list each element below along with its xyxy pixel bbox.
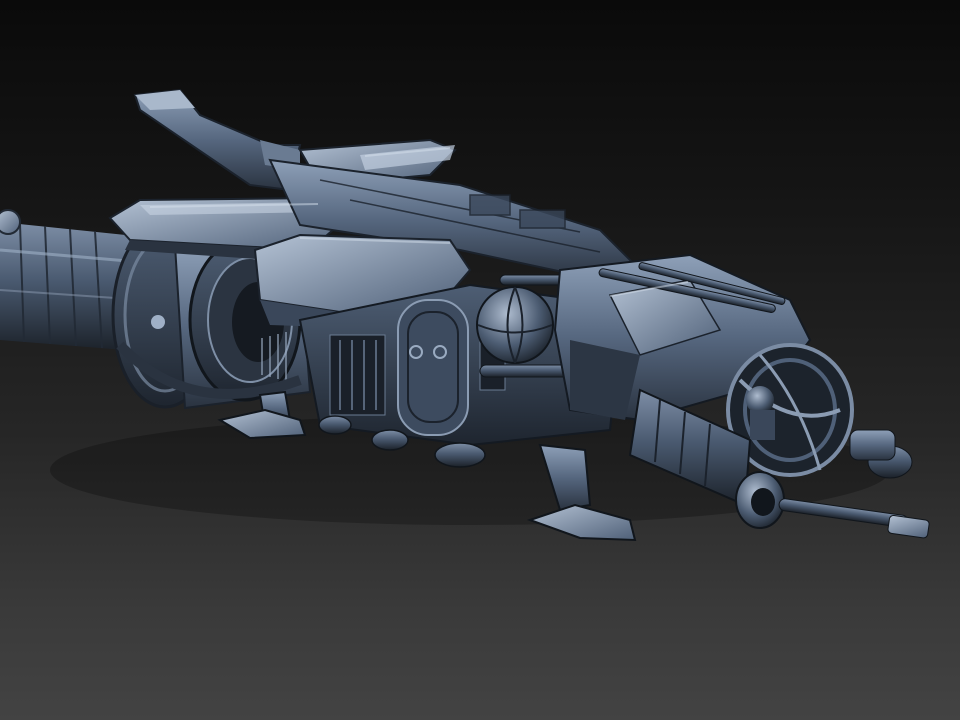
- render-viewport: [0, 0, 960, 720]
- gunship-render: [0, 88, 930, 542]
